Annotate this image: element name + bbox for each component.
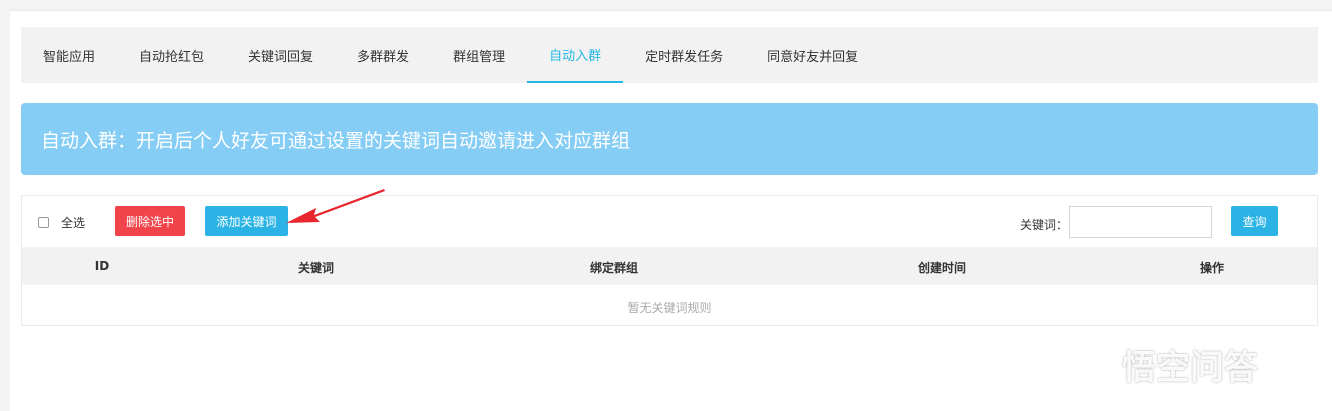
tab-keyword-reply[interactable]: 关键词回复: [226, 27, 335, 83]
pointer-arrow-icon: [286, 189, 385, 223]
column-header-created-time: 创建时间: [917, 261, 967, 275]
tab-smart-apps[interactable]: 智能应用: [21, 27, 117, 83]
select-all-checkbox[interactable]: [38, 217, 49, 228]
tab-scheduled-broadcast[interactable]: 定时群发任务: [623, 27, 745, 83]
select-all-label: 全选: [61, 216, 86, 230]
chat-bubble-logo-icon: [1060, 348, 1115, 379]
tab-auto-red-packet[interactable]: 自动抢红包: [117, 27, 226, 83]
tab-multi-group-broadcast[interactable]: 多群群发: [335, 27, 431, 83]
column-header-bound-group: 绑定群组: [589, 261, 639, 275]
column-header-actions: 操作: [1199, 261, 1225, 275]
empty-table-message: 暂无关键词规则: [627, 301, 712, 315]
tab-accept-friend-reply[interactable]: 同意好友并回复: [745, 27, 880, 83]
keyword-search-input[interactable]: [1069, 206, 1212, 238]
info-banner: 自动入群：开启后个人好友可通过设置的关键词自动邀请进入对应群组: [21, 103, 1318, 175]
tab-auto-join-group[interactable]: 自动入群: [527, 27, 624, 83]
table-header: ID 关键词 绑定群组 创建时间 操作: [22, 247, 1317, 285]
column-header-keyword: 关键词: [297, 261, 335, 275]
tab-group-management[interactable]: 群组管理: [431, 27, 527, 83]
watermark-text: 悟空问答: [1122, 348, 1258, 388]
select-all-control[interactable]: 全选: [38, 214, 85, 231]
keyword-label: 关键词：: [1020, 218, 1069, 232]
banner-text: 自动入群：开启后个人好友可通过设置的关键词自动邀请进入对应群组: [41, 129, 631, 152]
column-header-id: ID: [94, 259, 110, 273]
delete-selected-button[interactable]: 删除选中: [115, 206, 185, 236]
tab-bar: 智能应用 自动抢红包 关键词回复 多群群发 群组管理 自动入群 定时群发任务 同…: [21, 27, 1318, 83]
keyword-rules-table-panel: 全选 删除选中 添加关键词 关键词： 查询 ID 关键词 绑定群组 创建时间 操…: [21, 195, 1318, 326]
add-keyword-button[interactable]: 添加关键词: [205, 206, 288, 236]
search-button[interactable]: 查询: [1231, 206, 1278, 236]
watermark: 悟空问答: [1060, 340, 1258, 389]
